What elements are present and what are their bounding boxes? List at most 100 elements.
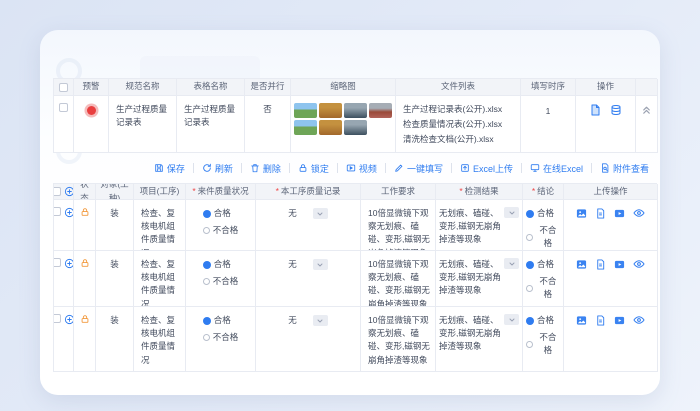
column-header-thumbnails: 缩略图 <box>291 79 396 96</box>
refresh-icon <box>202 163 212 173</box>
process-record-select[interactable]: 无 <box>259 258 357 271</box>
radio-fail[interactable]: 不合格 <box>202 224 238 237</box>
image-icon[interactable] <box>576 315 587 326</box>
object-cell: 装 <box>96 251 134 307</box>
chevron-down-icon[interactable] <box>312 259 328 271</box>
chevron-down-icon[interactable] <box>504 207 519 218</box>
process-record-cell: 无 <box>256 200 361 251</box>
row-checkbox[interactable] <box>54 258 61 267</box>
radio-fail[interactable]: 不合格 <box>526 224 560 250</box>
add-row-icon[interactable] <box>64 314 73 325</box>
column-header-conclusion: * 结论 <box>523 184 564 200</box>
radio-fail[interactable]: 不合格 <box>526 331 560 357</box>
radio-pass[interactable]: 合格 <box>526 314 554 327</box>
conclusion-cell: 合格 不合格 <box>523 307 564 372</box>
column-header-spec-name: 规范名称 <box>109 79 177 96</box>
eye-icon[interactable] <box>633 258 645 270</box>
select-all-checkbox[interactable] <box>59 82 68 92</box>
thumbnail-autumn-forest[interactable] <box>319 120 342 135</box>
radio-pass[interactable]: 合格 <box>202 314 231 327</box>
online-excel-button[interactable]: 在线Excel <box>522 162 591 175</box>
eye-icon[interactable] <box>633 207 645 219</box>
layers-icon[interactable] <box>610 104 622 116</box>
add-row-icon[interactable] <box>64 207 73 218</box>
file-icon[interactable] <box>595 207 606 219</box>
row-checkbox[interactable] <box>59 103 68 112</box>
chevron-down-icon[interactable] <box>504 314 519 325</box>
doc-view-icon <box>600 163 610 173</box>
process-quality-table: 状态 对象(工种) 项目(工序) * 来件质量状况 * 本工序质量记录 工作要求 *… <box>53 183 658 372</box>
thumbnail-landscape[interactable] <box>294 120 317 135</box>
warning-cell <box>74 96 109 153</box>
form-name-cell: 生产过程质量记录表 <box>177 96 245 153</box>
one-key-fill-button[interactable]: 一键填写 <box>386 162 451 175</box>
video-button[interactable]: 视频 <box>338 162 385 175</box>
incoming-quality-cell: 合格 不合格 <box>186 307 256 372</box>
radio-fail[interactable]: 不合格 <box>202 331 238 344</box>
test-result-select[interactable]: 无划痕、磕碰、变形,磁钢无崩角掉渣等现象 <box>439 258 519 298</box>
eye-icon[interactable] <box>633 314 645 326</box>
row-checkbox[interactable] <box>54 314 61 323</box>
object-cell: 装 <box>96 200 134 251</box>
incoming-quality-cell: 合格 不合格 <box>186 251 256 307</box>
thumbnail-sea-cliff[interactable] <box>344 103 367 118</box>
detail-select-all-checkbox[interactable] <box>54 187 61 196</box>
radio-fail[interactable]: 不合格 <box>202 275 238 288</box>
lock-button[interactable]: 锁定 <box>290 162 337 175</box>
process-record-select[interactable]: 无 <box>259 314 357 327</box>
image-icon[interactable] <box>576 208 587 219</box>
double-chevron-up-icon[interactable] <box>641 104 652 115</box>
video-play-icon[interactable] <box>614 259 625 270</box>
detail-select-header-cell <box>54 184 74 200</box>
add-row-icon[interactable] <box>64 186 73 197</box>
status-cell <box>74 200 96 251</box>
thumbnail-landscape[interactable] <box>294 103 317 118</box>
file-item: 清洗检查文档(公开).xlsx <box>403 134 494 145</box>
conclusion-cell: 合格 不合格 <box>523 200 564 251</box>
test-result-select[interactable]: 无划痕、磕碰、变形,磁钢无崩角掉渣等现象 <box>439 314 519 354</box>
lock-icon <box>80 207 90 217</box>
radio-pass[interactable]: 合格 <box>526 258 554 271</box>
video-play-icon[interactable] <box>614 315 625 326</box>
thumbnail-temple[interactable] <box>369 103 392 118</box>
column-header-incoming-quality: * 来件质量状况 <box>186 184 256 200</box>
radio-pass[interactable]: 合格 <box>202 207 231 220</box>
column-header-status: 状态 <box>74 184 96 200</box>
work-requirement-cell: 10倍显微镜下观察无划痕、磕碰、变形,磁钢无崩角掉渣等现象 <box>361 200 436 251</box>
file-item: 检查质量情况表(公开).xlsx <box>403 119 503 130</box>
test-result-cell: 无划痕、磕碰、变形,磁钢无崩角掉渣等现象 <box>436 251 523 307</box>
radio-fail[interactable]: 不合格 <box>526 275 560 301</box>
main-panel: 预警 规范名称 表格名称 是否并行 缩略图 文件列表 填写时序 操作 生产过程质… <box>40 30 660 395</box>
thumbnail-sea-cliff[interactable] <box>344 120 367 135</box>
work-requirement-cell: 10倍显微镜下观察无划痕、磕碰、变形,磁钢无崩角掉渣等现象 <box>361 251 436 307</box>
chevron-down-icon[interactable] <box>504 258 519 269</box>
radio-pass[interactable]: 合格 <box>202 258 231 271</box>
refresh-button[interactable]: 刷新 <box>194 162 241 175</box>
attachment-view-button[interactable]: 附件查看 <box>592 162 657 175</box>
row-checkbox[interactable] <box>54 207 61 216</box>
process-record-select[interactable]: 无 <box>259 207 357 220</box>
excel-upload-button[interactable]: Excel上传 <box>452 162 521 175</box>
video-play-icon[interactable] <box>614 208 625 219</box>
conclusion-cell: 合格 不合格 <box>523 251 564 307</box>
chevron-down-icon[interactable] <box>312 315 328 327</box>
file-icon[interactable] <box>595 258 606 270</box>
delete-button[interactable]: 删除 <box>242 162 289 175</box>
select-all-header-cell <box>54 79 74 96</box>
work-requirement-cell: 10倍显微镜下观察无划痕、磕碰、变形,磁钢无崩角掉渣等现象 <box>361 307 436 372</box>
thumbnail-autumn-forest[interactable] <box>319 103 342 118</box>
row-select-cell <box>54 200 74 251</box>
add-row-icon[interactable] <box>64 258 73 269</box>
test-result-select[interactable]: 无划痕、磕碰、变形,磁钢无崩角掉渣等现象 <box>439 207 519 247</box>
chevron-down-icon[interactable] <box>312 208 328 220</box>
radio-pass[interactable]: 合格 <box>526 207 554 220</box>
column-header-upload-ops: 上传操作 <box>564 184 658 200</box>
save-button[interactable]: 保存 <box>146 162 193 175</box>
column-header-project: 项目(工序) <box>134 184 186 200</box>
document-edit-icon[interactable] <box>589 104 601 116</box>
column-header-process-record: * 本工序质量记录 <box>256 184 361 200</box>
image-icon[interactable] <box>576 259 587 270</box>
file-icon[interactable] <box>595 314 606 326</box>
incoming-quality-cell: 合格 不合格 <box>186 200 256 251</box>
column-header-file-list: 文件列表 <box>396 79 521 96</box>
